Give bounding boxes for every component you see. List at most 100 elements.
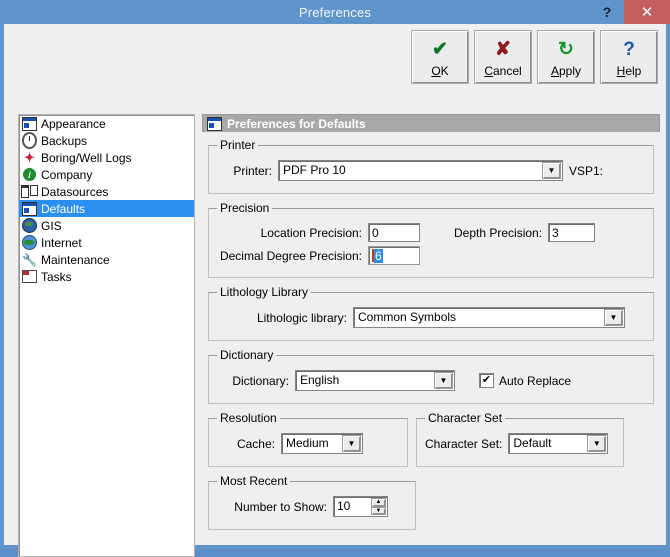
- printer-label: Printer:: [233, 163, 272, 178]
- check-icon: ✔: [432, 39, 448, 60]
- dictionary-group: Dictionary Dictionary: English ▼ ✔ Auto …: [208, 348, 654, 404]
- title-bar: Preferences ? ✕: [0, 0, 670, 24]
- chevron-down-icon[interactable]: ▼: [604, 309, 623, 326]
- window-icon: [207, 116, 222, 131]
- chevron-down-icon[interactable]: ▼: [434, 372, 453, 389]
- lithology-library-legend: Lithology Library: [220, 285, 309, 299]
- star-icon: ✦: [24, 150, 35, 165]
- sidebar-item-company[interactable]: i Company: [19, 166, 194, 183]
- cache-row: Cache: Medium ▼: [217, 433, 399, 454]
- sidebar-item-label: Tasks: [41, 269, 72, 284]
- number-to-show-row: Number to Show: 10 ▲ ▼: [217, 496, 407, 517]
- printer-select[interactable]: PDF Pro 10 ▼: [278, 160, 563, 181]
- dictionary-legend: Dictionary: [220, 348, 274, 362]
- printer-port: VSP1:: [569, 163, 604, 178]
- location-precision-input[interactable]: 0: [368, 223, 420, 242]
- close-icon[interactable]: ✕: [624, 0, 670, 24]
- sidebar-item-boring-well-logs[interactable]: ✦ Boring/Well Logs: [19, 149, 194, 166]
- globe-icon: [22, 218, 37, 233]
- dictionary-label: Dictionary:: [232, 373, 289, 388]
- lithology-library-group: Lithology Library Lithologic library: Co…: [208, 285, 654, 341]
- question-mark-icon: ?: [623, 39, 635, 60]
- preferences-dialog: Preferences ? ✕ ✔ OK ✘ Cancel ↻ Apply ? …: [0, 0, 670, 557]
- apply-button-label: Apply: [550, 63, 582, 78]
- sidebar-item-label: Datasources: [41, 184, 109, 199]
- cancel-button-label: Cancel: [484, 63, 522, 78]
- resolution-charset-row: Resolution Cache: Medium ▼ Character Set: [208, 411, 654, 474]
- stepper-down-icon[interactable]: ▼: [371, 506, 386, 515]
- datasources-icon: [21, 184, 38, 199]
- refresh-icon: ↻: [558, 39, 574, 60]
- x-mark-icon: ✘: [495, 39, 511, 60]
- character-set-group: Character Set Character Set: Default ▼: [416, 411, 624, 467]
- chevron-down-icon[interactable]: ▼: [342, 435, 361, 452]
- cancel-button[interactable]: ✘ Cancel: [474, 30, 532, 84]
- character-set-label: Character Set:: [425, 436, 503, 451]
- stepper-buttons[interactable]: ▲ ▼: [371, 498, 386, 515]
- precision-row-1: Location Precision: 0 Depth Precision: 3: [217, 223, 645, 242]
- sidebar-item-appearance[interactable]: Appearance: [19, 115, 194, 132]
- chevron-down-icon[interactable]: ▼: [587, 435, 607, 452]
- window-icon: [22, 116, 37, 131]
- resolution-legend: Resolution: [220, 411, 277, 425]
- preferences-panel: Preferences for Defaults Printer Printer…: [202, 114, 660, 530]
- lithologic-library-value: Common Symbols: [358, 310, 457, 324]
- panel-header: Preferences for Defaults: [202, 114, 660, 132]
- lithologic-library-select[interactable]: Common Symbols ▼: [353, 307, 625, 328]
- client-area: ✔ OK ✘ Cancel ↻ Apply ? Help Appearance: [4, 24, 666, 557]
- info-circle-icon: i: [22, 167, 37, 182]
- window-icon: [22, 201, 37, 216]
- checkmark-icon: ✔: [479, 373, 494, 388]
- cache-label: Cache:: [236, 436, 275, 451]
- sidebar-item-defaults[interactable]: Defaults: [19, 200, 194, 217]
- task-icon: [22, 269, 37, 284]
- sidebar-item-label: GIS: [41, 218, 62, 233]
- dictionary-value: English: [300, 373, 340, 387]
- sidebar-item-tasks[interactable]: Tasks: [19, 268, 194, 285]
- precision-group-legend: Precision: [220, 201, 270, 215]
- auto-replace-label: Auto Replace: [499, 373, 572, 388]
- dictionary-row: Dictionary: English ▼ ✔ Auto Replace: [217, 370, 645, 391]
- decimal-degree-precision-label: Decimal Degree Precision:: [219, 248, 362, 263]
- auto-replace-checkbox[interactable]: ✔ Auto Replace: [479, 373, 571, 388]
- help-icon[interactable]: ?: [590, 0, 624, 24]
- help-button-label: Help: [616, 63, 642, 78]
- help-button[interactable]: ? Help: [600, 30, 658, 84]
- resolution-group: Resolution Cache: Medium ▼: [208, 411, 408, 467]
- number-to-show-stepper[interactable]: 10 ▲ ▼: [333, 496, 388, 517]
- wrench-icon: 🔧: [22, 252, 37, 267]
- cache-value: Medium: [286, 436, 329, 450]
- printer-group: Printer Printer: PDF Pro 10 ▼ VSP1:: [208, 138, 654, 194]
- stepper-up-icon[interactable]: ▲: [371, 498, 386, 507]
- window-title: Preferences: [298, 4, 372, 20]
- apply-button[interactable]: ↻ Apply: [537, 30, 595, 84]
- printer-value: PDF Pro 10: [283, 163, 346, 177]
- decimal-degree-precision-input[interactable]: 6: [368, 246, 420, 265]
- sidebar-item-label: Backups: [41, 133, 88, 148]
- globe-internet-icon: [22, 235, 37, 250]
- sidebar-item-datasources[interactable]: Datasources: [19, 183, 194, 200]
- most-recent-legend: Most Recent: [220, 474, 288, 488]
- decimal-degree-precision-value: 6: [374, 249, 383, 263]
- panel-header-label: Preferences for Defaults: [227, 116, 366, 131]
- sidebar-item-maintenance[interactable]: 🔧 Maintenance: [19, 251, 194, 268]
- character-set-legend: Character Set: [428, 411, 503, 425]
- depth-precision-label: Depth Precision:: [454, 225, 543, 240]
- precision-row-2: Decimal Degree Precision: 6: [217, 246, 645, 265]
- sidebar-item-internet[interactable]: Internet: [19, 234, 194, 251]
- clock-icon: [22, 132, 37, 149]
- sidebar-item-backups[interactable]: Backups: [19, 132, 194, 149]
- sidebar-item-label: Maintenance: [41, 252, 110, 267]
- ok-button[interactable]: ✔ OK: [411, 30, 469, 84]
- ok-button-label: OK: [431, 63, 449, 78]
- chevron-down-icon[interactable]: ▼: [542, 162, 561, 179]
- category-list[interactable]: Appearance Backups ✦ Boring/Well Logs i …: [18, 114, 195, 557]
- panel-body: Printer Printer: PDF Pro 10 ▼ VSP1: Prec…: [202, 132, 660, 530]
- precision-group: Precision Location Precision: 0 Depth Pr…: [208, 201, 654, 278]
- depth-precision-input[interactable]: 3: [548, 223, 596, 242]
- sidebar-item-label: Appearance: [41, 116, 106, 131]
- sidebar-item-gis[interactable]: GIS: [19, 217, 194, 234]
- dictionary-select[interactable]: English ▼: [295, 370, 455, 391]
- cache-select[interactable]: Medium ▼: [281, 433, 363, 454]
- character-set-select[interactable]: Default ▼: [508, 433, 609, 454]
